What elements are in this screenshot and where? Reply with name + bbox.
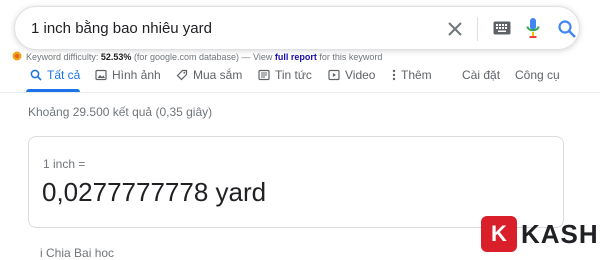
search-icon <box>30 69 42 81</box>
kd-suffix: for this keyword <box>319 52 383 62</box>
search-tabs: Tất cả Hình ảnh Mua sắm Tin tức Video Th… <box>0 66 600 92</box>
tab-video[interactable]: Video <box>328 68 375 82</box>
seo-tool-icon <box>12 51 22 61</box>
tab-images-label: Hình ảnh <box>112 68 161 82</box>
search-icon[interactable] <box>557 19 577 39</box>
tab-all-label: Tất cả <box>47 68 81 82</box>
kd-report-link[interactable]: full report <box>275 52 317 62</box>
tab-news-label: Tin tức <box>275 68 312 82</box>
tab-all[interactable]: Tất cả <box>30 68 80 82</box>
tab-settings[interactable]: Cài đặt <box>462 68 500 82</box>
tab-settings-label: Cài đặt <box>462 68 501 82</box>
microphone-icon[interactable] <box>526 17 540 39</box>
next-result-snippet: i Chia Bai hoc <box>40 246 115 260</box>
tabs-divider <box>0 92 600 93</box>
kd-database: (for google.com database) — View <box>133 52 273 62</box>
kd-label: Keyword difficulty: <box>26 52 99 62</box>
tab-more-label: Thêm <box>401 68 432 82</box>
search-divider <box>477 17 478 41</box>
logo-mark: K <box>481 216 517 252</box>
play-icon <box>328 69 340 81</box>
tab-images[interactable]: Hình ảnh <box>95 68 161 82</box>
keyboard-icon[interactable] <box>493 21 511 35</box>
news-icon <box>258 69 270 81</box>
logo-text: KASHI <box>521 218 600 249</box>
search-query[interactable]: 1 inch bằng bao nhiêu yard <box>31 20 212 37</box>
kd-value: 52.53% <box>100 52 132 62</box>
converter-input: 1 inch = <box>43 157 86 171</box>
keyword-difficulty-bar: Keyword difficulty: 52.53% (for google.c… <box>12 51 382 62</box>
watermark-logo: K KASHI <box>481 216 600 252</box>
more-vert-icon <box>392 69 396 81</box>
converter-output: 0,0277777778 yard <box>42 177 267 207</box>
tag-icon <box>176 69 188 81</box>
search-bar[interactable]: 1 inch bằng bao nhiêu yard <box>14 6 580 50</box>
tab-tools[interactable]: Công cụ <box>515 68 560 82</box>
clear-icon[interactable] <box>445 19 465 39</box>
unit-converter-card: 1 inch = 0,0277777778 yard <box>28 136 564 228</box>
tab-shopping[interactable]: Mua sắm <box>176 68 242 82</box>
result-stats: Khoảng 29.500 kết quả (0,35 giây) <box>28 105 213 119</box>
image-icon <box>95 69 107 81</box>
tab-shopping-label: Mua sắm <box>193 68 243 82</box>
tab-news[interactable]: Tin tức <box>258 68 312 82</box>
tab-tools-label: Công cụ <box>515 68 560 82</box>
tab-video-label: Video <box>345 68 376 82</box>
tab-more[interactable]: Thêm <box>392 68 432 82</box>
